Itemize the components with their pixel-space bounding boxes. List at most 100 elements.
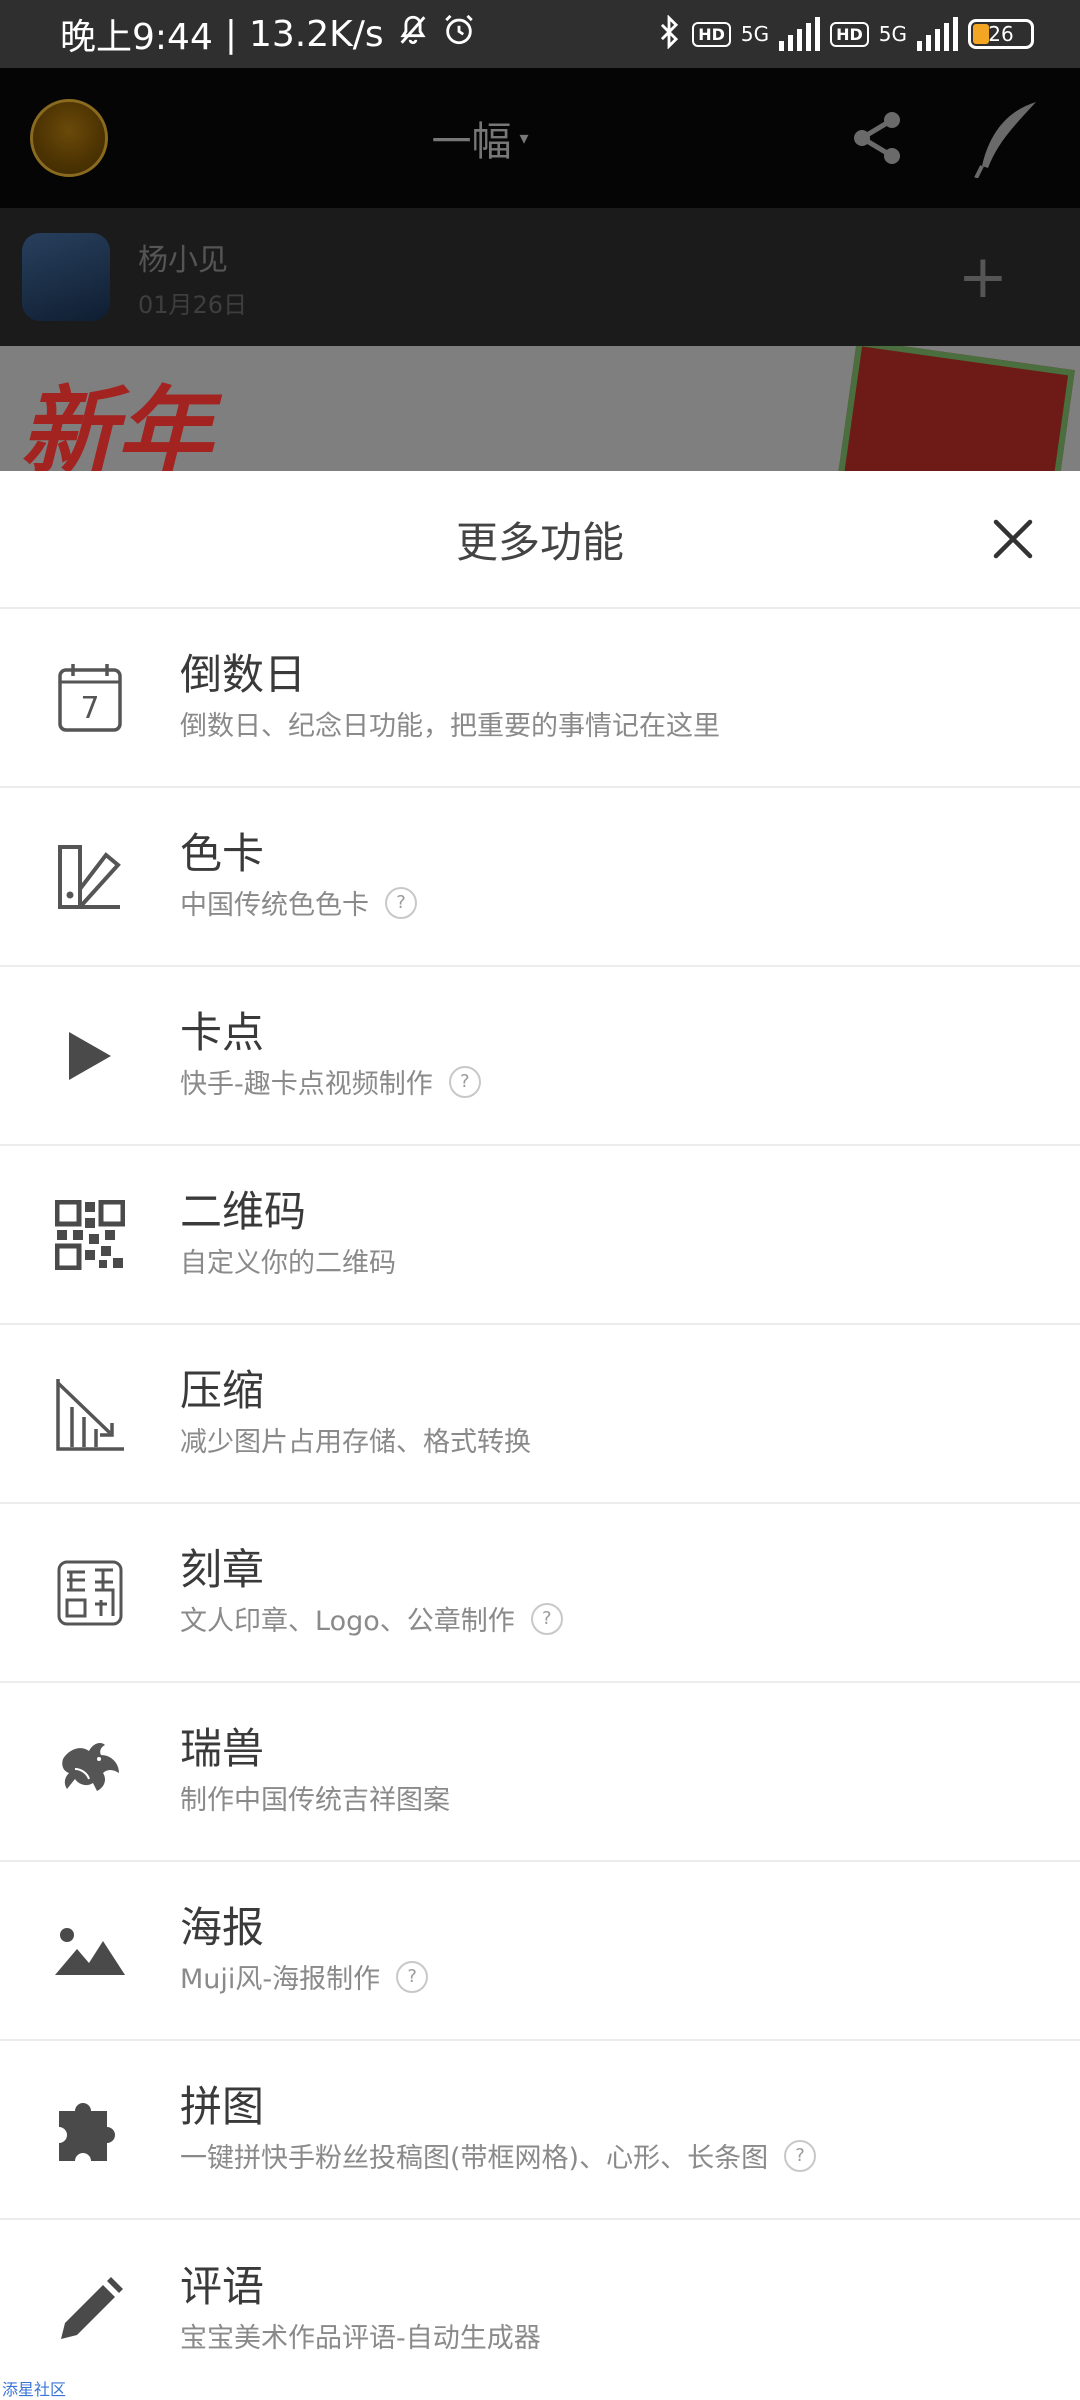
network-type-2: 5G [878,22,907,46]
help-icon[interactable]: ? [448,1065,481,1098]
signal-icon-2 [917,17,958,51]
feature-subtitle: 倒数日、纪念日功能，把重要的事情记在这里 [180,704,720,743]
feature-list: 7 倒数日 倒数日、纪念日功能，把重要的事情记在这里 色卡 中国传统色色卡 ? [0,609,1080,2399]
feature-text: 二维码 自定义你的二维码 [180,1186,396,1280]
feature-title: 压缩 [180,1365,265,1415]
feature-text: 卡点 快手-趣卡点视频制作 ? [180,1007,481,1101]
feature-text: 瑞兽 制作中国传统吉祥图案 [180,1723,450,1817]
feature-title: 卡点 [180,1007,265,1057]
close-icon[interactable] [990,516,1036,562]
app-bar: 一幅 ▾ [0,68,1080,208]
qr-code-icon [0,1146,180,1323]
banner-art [829,346,1075,471]
mute-bell-icon [396,13,430,56]
feature-subtitle-text: 快手-趣卡点视频制作 [180,1069,433,1101]
feature-title: 海报 [180,1902,265,1952]
calendar-icon: 7 [0,609,180,786]
post-author-avatar[interactable] [22,233,110,321]
feature-subtitle-text: 一键拼快手粉丝投稿图(带框网格)、心形、长条图 [180,2143,769,2175]
feature-text: 刻章 文人印章、Logo、公章制作 ? [180,1544,563,1638]
sheet-title: 更多功能 [455,517,624,567]
feature-item-color-card[interactable]: 色卡 中国传统色色卡 ? [0,788,1080,967]
feature-subtitle: 一键拼快手粉丝投稿图(带框网格)、心形、长条图 ? [180,2136,817,2175]
feature-text: 海报 Muji风-海报制作 ? [180,1902,429,1996]
follow-plus-button[interactable]: + [958,247,1008,307]
feature-item-countdown[interactable]: 7 倒数日 倒数日、纪念日功能，把重要的事情记在这里 [0,609,1080,788]
feature-item-compress[interactable]: 压缩 减少图片占用存储、格式转换 [0,1325,1080,1504]
svg-text:7: 7 [80,691,99,726]
user-avatar[interactable] [30,99,108,177]
banner-text: 新年 [20,375,212,471]
bluetooth-icon [656,13,682,54]
feature-item-puzzle[interactable]: 拼图 一键拼快手粉丝投稿图(带框网格)、心形、长条图 ? [0,2041,1080,2220]
share-icon[interactable] [852,109,904,167]
post-author-name: 杨小见 [138,242,228,278]
caret-down-icon: ▾ [519,127,529,149]
color-card-icon [0,788,180,965]
poster-icon [0,1862,180,2039]
feature-title: 二维码 [180,1186,307,1236]
feature-subtitle-text: 自定义你的二维码 [180,1248,396,1280]
app-title-dropdown[interactable]: 一幅 ▾ [431,109,528,167]
feature-subtitle-text: Muji风-海报制作 [180,1964,381,1996]
feature-subtitle: 中国传统色色卡 ? [180,883,417,922]
sheet-header: 更多功能 [0,471,1080,609]
compress-icon [0,1325,180,1502]
feature-item-qr-code[interactable]: 二维码 自定义你的二维码 [0,1146,1080,1325]
battery-level: 26 [988,22,1014,46]
hd-badge-2: HD [830,21,869,47]
footer-link[interactable]: 添星社区 [2,2376,66,2400]
feature-item-seal[interactable]: 刻章 文人印章、Logo、公章制作 ? [0,1504,1080,1683]
post-header: 杨小见 01月26日 + [0,208,1080,346]
feature-subtitle-text: 倒数日、纪念日功能，把重要的事情记在这里 [180,711,720,743]
auspicious-beast-icon [0,1683,180,1860]
feature-title: 倒数日 [180,649,307,699]
feature-title: 刻章 [180,1544,265,1594]
feature-subtitle: 减少图片占用存储、格式转换 [180,1420,531,1459]
feature-title: 拼图 [180,2081,265,2131]
seal-icon [0,1504,180,1681]
network-type-1: 5G [740,22,770,46]
app-actions [852,98,1050,178]
help-icon[interactable]: ? [396,1960,429,1993]
feature-item-poster[interactable]: 海报 Muji风-海报制作 ? [0,1862,1080,2041]
feature-item-beat-sync[interactable]: 卡点 快手-趣卡点视频制作 ? [0,967,1080,1146]
feature-subtitle: 文人印章、Logo、公章制作 ? [180,1599,563,1638]
more-features-sheet: 更多功能 7 倒数日 倒数日、纪念日功能，把重要的事情记在这里 色卡 中国传统色… [0,471,1080,2400]
status-divider: | [224,13,237,55]
puzzle-icon [0,2041,180,2218]
feature-text: 色卡 中国传统色色卡 ? [180,828,417,922]
feature-subtitle-text: 文人印章、Logo、公章制作 [180,1606,515,1638]
feature-title: 瑞兽 [180,1723,265,1773]
feature-title: 评语 [180,2261,265,2311]
banner-image: 新年 [0,346,1080,471]
signal-icon-1 [779,17,821,51]
alarm-icon [442,13,476,56]
status-right: HD 5G HD 5G 26 [656,13,1034,54]
hd-badge-1: HD [692,21,731,47]
status-left: 晚上9:44 | 13.2K/s [60,8,476,60]
feature-subtitle: Muji风-海报制作 ? [180,1957,429,1996]
pencil-icon [0,2220,180,2399]
feather-icon[interactable] [974,98,1040,178]
help-icon[interactable]: ? [784,2139,817,2172]
battery-icon: 26 [968,19,1034,49]
status-bar: 晚上9:44 | 13.2K/s HD 5G HD 5G 26 [0,0,1080,68]
feature-subtitle: 制作中国传统吉祥图案 [180,1778,450,1817]
feature-subtitle: 宝宝美术作品评语-自动生成器 [180,2316,541,2355]
post-meta: 杨小见 01月26日 [138,235,247,320]
feature-subtitle-text: 减少图片占用存储、格式转换 [180,1427,531,1459]
status-time: 晚上9:44 [60,17,213,58]
help-icon[interactable]: ? [385,886,417,919]
feature-subtitle: 快手-趣卡点视频制作 ? [180,1062,481,1101]
play-icon [0,967,180,1144]
feature-title: 色卡 [180,828,265,878]
feature-subtitle: 自定义你的二维码 [180,1241,396,1280]
help-icon[interactable]: ? [530,1602,563,1635]
feature-subtitle-text: 宝宝美术作品评语-自动生成器 [180,2323,541,2355]
feature-text: 倒数日 倒数日、纪念日功能，把重要的事情记在这里 [180,649,720,743]
feature-item-auspicious-beast[interactable]: 瑞兽 制作中国传统吉祥图案 [0,1683,1080,1862]
feature-subtitle-text: 制作中国传统吉祥图案 [180,1785,450,1817]
feature-item-comment[interactable]: 评语 宝宝美术作品评语-自动生成器 [0,2220,1080,2399]
feature-subtitle-text: 中国传统色色卡 [180,890,369,922]
